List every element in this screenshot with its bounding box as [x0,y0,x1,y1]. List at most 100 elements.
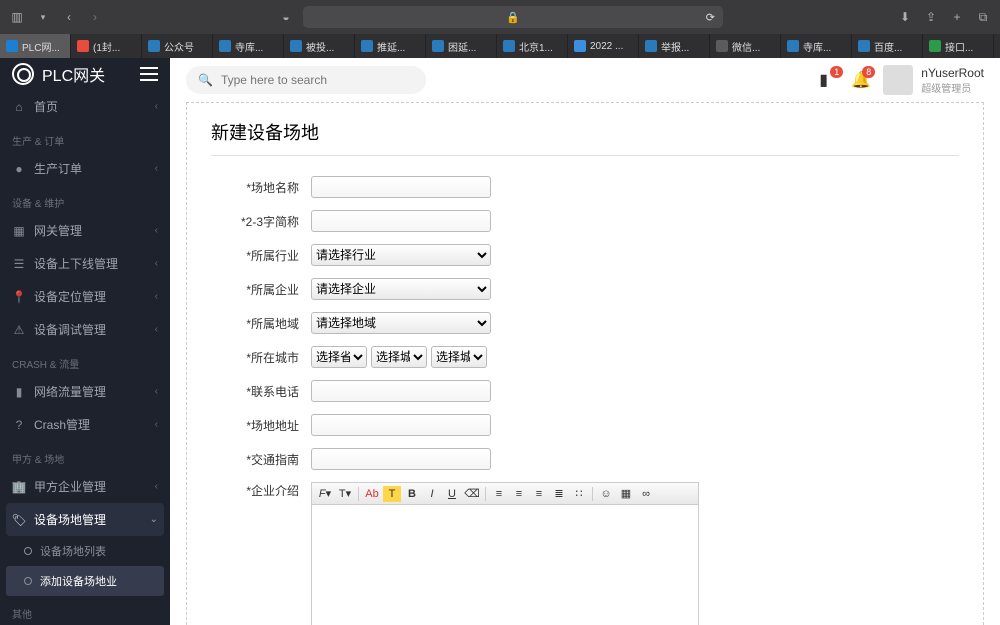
sidebar-item[interactable]: ⚠设备调试管理‹ [0,313,170,346]
list-unordered-icon[interactable]: ∷ [570,486,588,502]
favicon-icon [929,40,941,52]
download-icon[interactable]: ⬇ [896,8,914,26]
new-tab-icon[interactable]: + [948,8,966,26]
link-icon[interactable]: ∞ [637,486,655,502]
highlight-icon[interactable]: T [383,486,401,502]
shield-icon[interactable]: ◒ [277,8,295,26]
favicon-icon [290,40,302,52]
image-icon[interactable]: ▦ [617,486,635,502]
chevron-down-icon[interactable]: ▾ [34,8,52,26]
browser-toolbar: ▥ ▾ ‹ › ◒ 🔒 ⟳ ⬇ ⇪ + ⧉ [0,0,1000,34]
tabs-icon[interactable]: ⧉ [974,8,992,26]
sidebar-section-header: 其他 [0,596,170,625]
underline-icon[interactable]: U [443,486,461,502]
editor-body[interactable] [312,505,698,625]
favicon-icon [574,40,586,52]
sidebar-item[interactable]: 📍设备定位管理‹ [0,280,170,313]
sidebar-item[interactable]: ▮网络流量管理‹ [0,375,170,408]
rich-editor: F▾ T▾ Ab T B I U ⌫ ≡ ≡ ≡ [311,482,699,625]
input-guide[interactable] [311,448,491,470]
list-ordered-icon[interactable]: ≣ [550,486,568,502]
browser-tab[interactable]: 推延... [355,34,426,58]
tab-label: 举报... [661,39,689,54]
tab-label: 接口... [945,39,973,54]
browser-tabbar: PLC网...(1封...公众号 寺库... 被投...推延...困延...北京1.… [0,34,1000,58]
share-icon[interactable]: ⇪ [922,8,940,26]
reader-icon[interactable]: ⟳ [706,11,715,24]
align-center-icon[interactable]: ≡ [510,486,528,502]
tab-label: 2022 ... [590,41,623,52]
lock-icon: 🔒 [506,11,520,24]
align-right-icon[interactable]: ≡ [530,486,548,502]
tab-label: 寺库... [235,39,263,54]
forward-icon[interactable]: › [86,8,104,26]
sidebar-item[interactable]: 🏢甲方企业管理‹ [0,470,170,503]
warn-icon: ⚠ [12,323,26,337]
font-family-icon[interactable]: F▾ [316,486,334,502]
browser-tab[interactable]: 困延... [426,34,497,58]
favicon-icon [219,40,231,52]
select-province[interactable]: 选择省份 [311,346,367,368]
browser-tab[interactable]: 微信... [710,34,781,58]
browser-tab[interactable]: 寺库... [213,34,284,58]
address-bar[interactable]: 🔒 ⟳ [303,6,723,28]
font-color-icon[interactable]: Ab [363,486,381,502]
browser-tab[interactable]: 百度... [852,34,923,58]
input-address[interactable] [311,414,491,436]
align-left-icon[interactable]: ≡ [490,486,508,502]
select-industry[interactable]: 请选择行业 [311,244,491,266]
user-menu[interactable]: nYuserRoot 超级管理员 [883,65,984,95]
italic-icon[interactable]: I [423,486,441,502]
chat-icon: ▮ [819,72,828,89]
select-city-2[interactable]: 选择城市 [431,346,487,368]
sidebar-item[interactable]: ●生产订单‹ [0,152,170,185]
label-phone: *联系电话 [211,383,311,400]
bullet-icon [24,547,32,555]
home-icon: ⌂ [12,100,26,114]
select-company[interactable]: 请选择企业 [311,278,491,300]
sidebar-item[interactable]: ?Crash管理‹ [0,408,170,441]
favicon-icon [858,40,870,52]
clear-format-icon[interactable]: ⌫ [463,486,481,502]
favicon-icon [716,40,728,52]
browser-tab[interactable]: PLC网... [0,34,71,58]
menu-toggle-icon[interactable] [140,67,158,81]
sidebar-subitem-label: 设备场地列表 [40,543,106,559]
sidebar-subitem[interactable]: 设备场地列表 [0,536,170,566]
chat-notification[interactable]: ▮ 1 [819,70,839,90]
browser-tab[interactable]: 公众号 [142,34,213,58]
favicon-icon [787,40,799,52]
input-short-name[interactable] [311,210,491,232]
search-box[interactable]: 🔍 [186,66,426,94]
browser-tab[interactable]: 接口... [923,34,994,58]
label-name: *场地名称 [211,179,311,196]
input-site-name[interactable] [311,176,491,198]
back-icon[interactable]: ‹ [60,8,78,26]
sidebar-toggle-icon[interactable]: ▥ [8,8,26,26]
browser-tab[interactable]: 北京1... [497,34,568,58]
search-icon: 🔍 [198,73,213,87]
browser-tab[interactable]: 被投... [284,34,355,58]
sidebar-item[interactable]: ☰设备上下线管理‹ [0,247,170,280]
font-size-icon[interactable]: T▾ [336,486,354,502]
sidebar-item[interactable]: 🏷设备场地管理⌄ [6,503,164,536]
sidebar-item[interactable]: ▦网关管理‹ [0,214,170,247]
browser-tab[interactable]: 寺库... [781,34,852,58]
browser-tab[interactable]: 举报... [639,34,710,58]
chevron-left-icon: ‹ [155,101,158,112]
sidebar-subitem[interactable]: 添加设备场地业 [6,566,164,596]
select-region[interactable]: 请选择地域 [311,312,491,334]
bold-icon[interactable]: B [403,486,421,502]
browser-tab[interactable]: (1封... [71,34,142,58]
select-city-1[interactable]: 选择城市 [371,346,427,368]
input-phone[interactable] [311,380,491,402]
chevron-left-icon: ‹ [155,419,158,430]
bell-notification[interactable]: 🔔 8 [851,70,871,90]
search-input[interactable] [221,73,414,87]
sidebar-item-home[interactable]: ⌂ 首页 ‹ [0,90,170,123]
favicon-icon [6,40,18,52]
sidebar-item-label: Crash管理 [34,416,90,433]
emoji-icon[interactable]: ☺ [597,486,615,502]
sidebar-item-label: 网络流量管理 [34,383,106,400]
browser-tab[interactable]: 2022 ... [568,34,639,58]
